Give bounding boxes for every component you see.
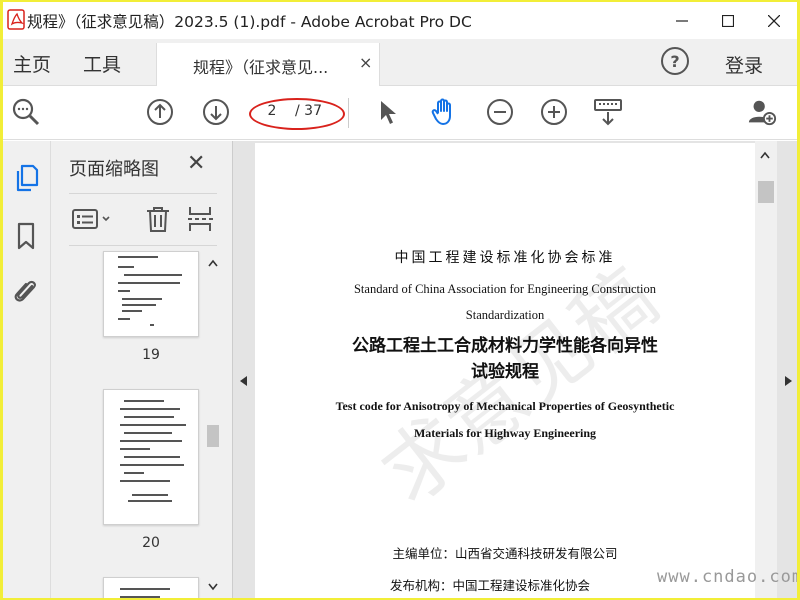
page-number-highlight-oval — [249, 98, 345, 130]
zoom-in-button[interactable] — [539, 96, 569, 128]
zoom-search-button[interactable] — [11, 96, 41, 128]
help-button[interactable]: ? — [661, 47, 689, 75]
pages-icon — [16, 164, 39, 192]
collapse-left-panel-icon[interactable] — [239, 375, 249, 387]
share-user-button[interactable] — [747, 96, 777, 128]
page-thumbnails-panel: 页面缩略图 ✕ 19 20 — [51, 141, 233, 598]
select-tool-button[interactable] — [373, 96, 403, 128]
keyboard-scroll-mode-button[interactable] — [591, 96, 625, 128]
panel-close-button[interactable]: ✕ — [187, 151, 205, 176]
left-navigation-rail — [3, 141, 51, 598]
nav-tools[interactable]: 工具 — [83, 50, 121, 77]
thumbnail-options-button[interactable] — [71, 203, 115, 235]
paperclip-icon — [14, 280, 36, 302]
close-window-button[interactable] — [751, 2, 797, 39]
thumbnail-page-number: 20 — [142, 535, 160, 551]
minimize-button[interactable] — [659, 2, 705, 39]
acrobat-window: 规程》（征求意见稿）2023.5 (1).pdf - Adobe Acrobat… — [3, 2, 797, 598]
maximize-button[interactable] — [705, 2, 751, 39]
scrollbar-thumb[interactable] — [758, 181, 774, 203]
menu-tab-bar: 主页 工具 规程》（征求意见... × ? 登录 — [3, 39, 797, 87]
split-icon — [188, 207, 213, 231]
minimize-icon — [676, 19, 688, 22]
magnifier-icon — [12, 98, 40, 126]
trash-icon — [147, 207, 169, 232]
bookmark-icon — [17, 222, 35, 250]
doc-title-cn-2: 试验规程 — [471, 362, 539, 382]
thumbnail-page-21[interactable] — [103, 577, 199, 598]
pdf-page: 求意见稿 中国工程建设标准化协会标准 Standard of China Ass… — [255, 143, 755, 598]
minus-circle-icon — [487, 99, 513, 125]
page-thumbnails-rail-button[interactable] — [9, 161, 43, 195]
arrow-down-circle-icon — [203, 99, 229, 125]
zoom-out-button[interactable] — [485, 96, 515, 128]
site-watermark: www.cndao.com — [657, 567, 797, 587]
login-button[interactable]: 登录 — [725, 51, 763, 78]
list-options-icon — [72, 209, 110, 229]
scroll-up-icon — [208, 259, 218, 267]
doc-title-cn-1: 公路工程土工合成材料力学性能各向异性 — [352, 336, 658, 356]
nav-home[interactable]: 主页 — [13, 50, 51, 77]
title-bar: 规程》（征求意见稿）2023.5 (1).pdf - Adobe Acrobat… — [3, 2, 797, 39]
keyboard-arrow-icon — [594, 99, 622, 126]
add-user-icon — [748, 100, 777, 126]
thumbnail-list: 19 20 — [51, 249, 233, 598]
doc-line-standard-en-2: Standardization — [465, 308, 545, 322]
document-viewport: 求意见稿 中国工程建设标准化协会标准 Standard of China Ass… — [233, 141, 797, 598]
document-tab-close-button[interactable]: × — [359, 53, 372, 72]
thumbnail-scrollbar[interactable] — [205, 249, 221, 598]
plus-circle-icon — [541, 99, 567, 125]
acrobat-logo-icon — [7, 9, 27, 31]
next-page-button[interactable] — [201, 96, 231, 128]
scroll-down-icon — [208, 583, 218, 591]
doc-title-en-1: Test code for Anisotropy of Mechanical P… — [335, 399, 675, 413]
scroll-up-icon — [760, 151, 770, 159]
doc-line-standard-en-1: Standard of China Association for Engine… — [353, 282, 657, 296]
close-icon — [768, 14, 780, 27]
document-tab-label: 规程》（征求意见... — [193, 58, 329, 77]
cursor-arrow-icon — [381, 101, 396, 124]
panel-divider-top — [69, 193, 217, 194]
main-toolbar: 2 / 37 — [3, 86, 797, 140]
thumbnail-page-19[interactable] — [103, 251, 199, 337]
hand-tool-button[interactable] — [429, 96, 459, 128]
hand-icon — [431, 98, 451, 125]
split-page-button[interactable] — [185, 203, 215, 235]
scrollbar-thumb[interactable] — [207, 425, 219, 447]
thumbnail-page-20[interactable] — [103, 389, 199, 525]
thumbnail-page-number: 19 — [142, 347, 160, 363]
window-title: 规程》（征求意见稿）2023.5 (1).pdf - Adobe Acrobat… — [27, 13, 472, 31]
document-tab[interactable]: 规程》（征求意见... × — [156, 43, 380, 87]
delete-page-button[interactable] — [143, 203, 173, 235]
toolbar-divider — [348, 98, 349, 128]
attachments-rail-button[interactable] — [9, 275, 43, 309]
panel-divider-bottom — [69, 245, 217, 246]
doc-title-en-2: Materials for Highway Engineering — [413, 426, 597, 440]
doc-editor-unit: 主编单位：山西省交通科技研发有限公司 — [392, 546, 618, 561]
previous-page-button[interactable] — [145, 96, 175, 128]
document-scrollbar[interactable] — [755, 141, 777, 598]
collapse-right-panel-icon[interactable] — [783, 375, 793, 387]
maximize-icon — [722, 14, 734, 27]
bookmarks-rail-button[interactable] — [9, 219, 43, 253]
arrow-up-circle-icon — [147, 99, 173, 125]
doc-line-standard-cn: 中国工程建设标准化协会标准 — [394, 250, 616, 266]
panel-title: 页面缩略图 — [69, 159, 159, 180]
